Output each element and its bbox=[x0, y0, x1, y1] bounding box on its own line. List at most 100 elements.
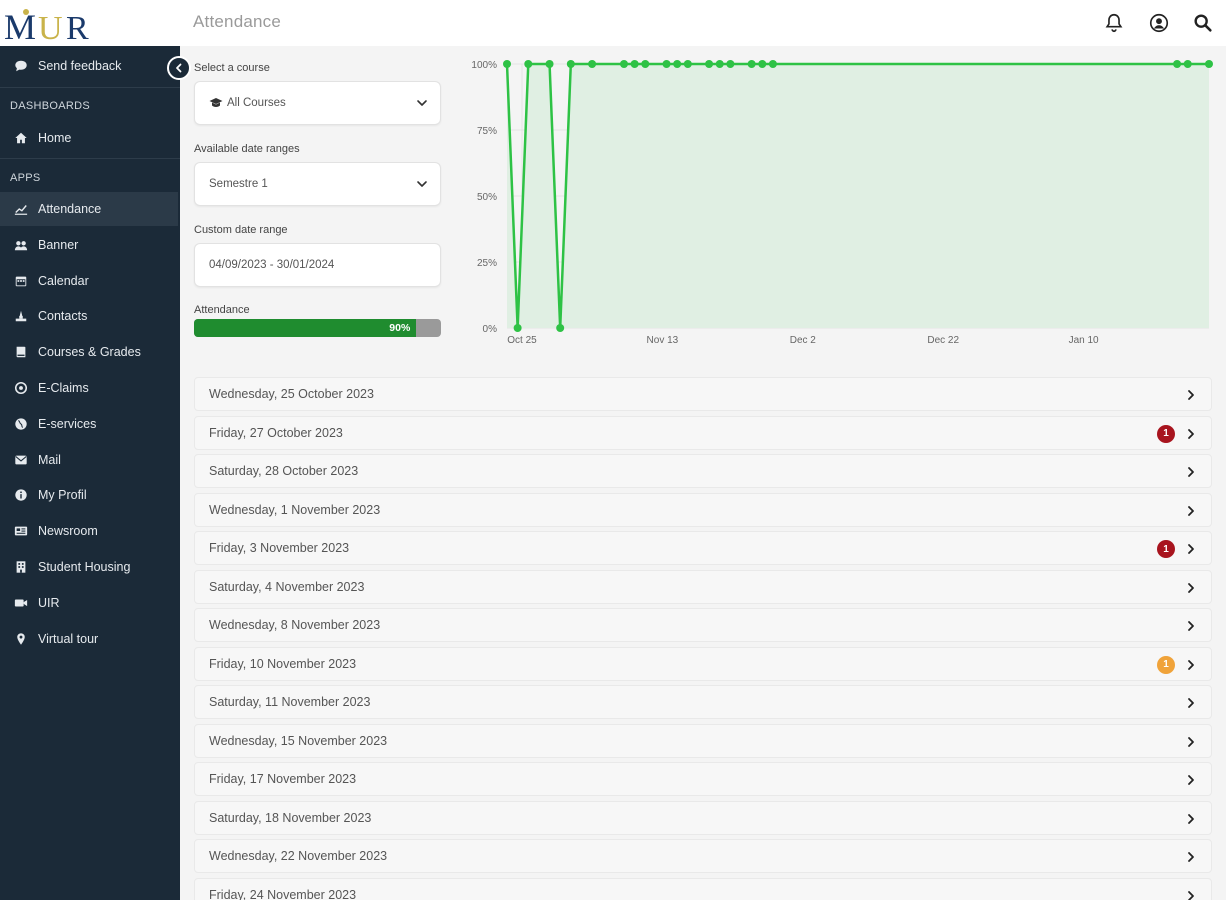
divider bbox=[0, 87, 180, 88]
data-point bbox=[513, 324, 522, 332]
calendar-icon bbox=[12, 273, 30, 289]
day-row[interactable]: Friday, 10 November 2023 1 bbox=[194, 646, 1212, 681]
section-dashboards: DASHBOARDS bbox=[10, 100, 91, 112]
svg-text:M: M bbox=[4, 7, 36, 44]
sidebar-item-virtual-tour[interactable]: Virtual tour bbox=[0, 622, 178, 656]
sidebar-item-e-claims[interactable]: E-Claims bbox=[0, 371, 178, 405]
sidebar-item-attendance[interactable]: Attendance bbox=[0, 192, 178, 226]
day-row[interactable]: Saturday, 18 November 2023 bbox=[194, 800, 1212, 835]
graduation-cap-icon bbox=[209, 97, 223, 109]
day-row[interactable]: Wednesday, 25 October 2023 bbox=[194, 377, 1212, 411]
day-row[interactable]: Wednesday, 15 November 2023 bbox=[194, 723, 1212, 758]
custom-range-label: Custom date range bbox=[194, 224, 288, 236]
data-point bbox=[566, 60, 575, 68]
data-point bbox=[758, 60, 767, 68]
x-tick-label: Oct 25 bbox=[507, 335, 537, 346]
sidebar-item-label: Newsroom bbox=[38, 524, 98, 539]
data-point bbox=[503, 60, 511, 68]
sidebar-item-contacts[interactable]: Contacts bbox=[0, 299, 178, 333]
day-row[interactable]: Friday, 24 November 2023 bbox=[194, 877, 1212, 900]
chevron-right-icon bbox=[1185, 505, 1197, 517]
mail-icon bbox=[12, 452, 30, 468]
x-tick-label: Dec 2 bbox=[790, 335, 817, 346]
day-row[interactable]: Saturday, 28 October 2023 bbox=[194, 454, 1212, 488]
home-icon bbox=[12, 130, 30, 146]
globe-icon bbox=[12, 416, 30, 432]
y-tick-label: 100% bbox=[471, 60, 497, 71]
data-point bbox=[726, 60, 735, 68]
chart-line-icon bbox=[12, 201, 30, 217]
sidebar-item-uir[interactable]: UIR bbox=[0, 586, 178, 620]
chevron-left-icon bbox=[176, 63, 182, 73]
sidebar-item-student-housing[interactable]: Student Housing bbox=[0, 550, 178, 584]
y-tick-label: 75% bbox=[477, 126, 497, 137]
day-label: Friday, 17 November 2023 bbox=[209, 772, 357, 786]
sidebar-item-mail[interactable]: Mail bbox=[0, 443, 178, 477]
data-point bbox=[1173, 60, 1182, 68]
data-point bbox=[588, 60, 597, 68]
chevron-right-icon bbox=[1185, 620, 1197, 632]
sidebar-item-label: Home bbox=[38, 131, 72, 145]
day-label: Wednesday, 1 November 2023 bbox=[209, 502, 381, 517]
day-label: Friday, 24 November 2023 bbox=[209, 887, 357, 900]
page-title: Attendance bbox=[193, 12, 282, 31]
sidebar-item-label: Banner bbox=[38, 237, 79, 252]
user-circle-icon[interactable] bbox=[1148, 12, 1170, 34]
sidebar-item-label: Student Housing bbox=[38, 560, 131, 574]
section-apps: APPS bbox=[10, 172, 41, 184]
day-row[interactable]: Saturday, 11 November 2023 bbox=[194, 685, 1212, 719]
sidebar-item-e-services[interactable]: E-services bbox=[0, 407, 178, 441]
sidebar-item-label: My Profil bbox=[38, 488, 87, 503]
day-label: Saturday, 4 November 2023 bbox=[209, 579, 365, 594]
custom-date-range-input[interactable]: 04/09/2023 - 30/01/2024 bbox=[194, 243, 441, 287]
day-row[interactable]: Wednesday, 22 November 2023 bbox=[194, 839, 1212, 873]
chevron-down-icon bbox=[416, 97, 428, 109]
y-tick-label: 50% bbox=[477, 192, 497, 203]
data-point bbox=[768, 60, 777, 68]
svg-text:R: R bbox=[66, 10, 89, 44]
collapse-sidebar-button[interactable] bbox=[167, 56, 191, 80]
send-feedback-link[interactable]: Send feedback bbox=[0, 49, 178, 83]
sidebar-item-courses-grades[interactable]: Courses & Grades bbox=[0, 335, 178, 369]
day-label: Wednesday, 22 November 2023 bbox=[209, 849, 388, 863]
data-point bbox=[705, 60, 714, 68]
at-icon bbox=[12, 380, 30, 396]
uir-logo[interactable]: M U R bbox=[4, 4, 98, 44]
chevron-right-icon bbox=[1185, 389, 1197, 401]
day-label: Wednesday, 25 October 2023 bbox=[209, 387, 374, 401]
bell-icon[interactable] bbox=[1103, 12, 1125, 34]
data-point bbox=[545, 60, 554, 68]
data-point bbox=[715, 60, 724, 68]
series-area bbox=[507, 64, 1209, 328]
day-row[interactable]: Saturday, 4 November 2023 bbox=[194, 569, 1212, 604]
course-select-label: Select a course bbox=[194, 62, 270, 74]
search-icon[interactable] bbox=[1192, 12, 1214, 34]
day-row[interactable]: Wednesday, 1 November 2023 bbox=[194, 492, 1212, 527]
date-range-label: Available date ranges bbox=[194, 143, 300, 155]
course-select[interactable]: All Courses bbox=[194, 81, 441, 125]
day-label: Saturday, 28 October 2023 bbox=[209, 464, 359, 478]
sidebar-item-banner[interactable]: Banner bbox=[0, 228, 178, 262]
absence-count-badge: 1 bbox=[1157, 540, 1175, 558]
day-row[interactable]: Wednesday, 8 November 2023 bbox=[194, 608, 1212, 642]
book-icon bbox=[12, 344, 30, 360]
date-range-select[interactable]: Semestre 1 bbox=[194, 162, 441, 206]
chevron-right-icon bbox=[1185, 697, 1197, 709]
day-row[interactable]: Friday, 17 November 2023 bbox=[194, 762, 1212, 796]
sidebar-item-calendar[interactable]: Calendar bbox=[0, 264, 178, 298]
data-point bbox=[673, 60, 682, 68]
chevron-right-icon bbox=[1185, 890, 1197, 900]
x-tick-label: Nov 13 bbox=[647, 335, 679, 346]
chevron-right-icon bbox=[1185, 774, 1197, 786]
day-row[interactable]: Friday, 27 October 2023 1 bbox=[194, 415, 1212, 450]
users-icon bbox=[12, 237, 30, 253]
sidebar-item-home[interactable]: Home bbox=[0, 121, 178, 155]
sidebar-item-label: Courses & Grades bbox=[38, 345, 141, 360]
chevron-right-icon bbox=[1185, 466, 1197, 478]
sidebar-item-newsroom[interactable]: Newsroom bbox=[0, 514, 178, 548]
day-row[interactable]: Friday, 3 November 2023 1 bbox=[194, 531, 1212, 565]
chevron-right-icon bbox=[1185, 736, 1197, 748]
sidebar-item-my-profil[interactable]: My Profil bbox=[0, 478, 178, 512]
chevron-right-icon bbox=[1185, 851, 1197, 863]
sidebar-item-label: Contacts bbox=[38, 309, 88, 324]
